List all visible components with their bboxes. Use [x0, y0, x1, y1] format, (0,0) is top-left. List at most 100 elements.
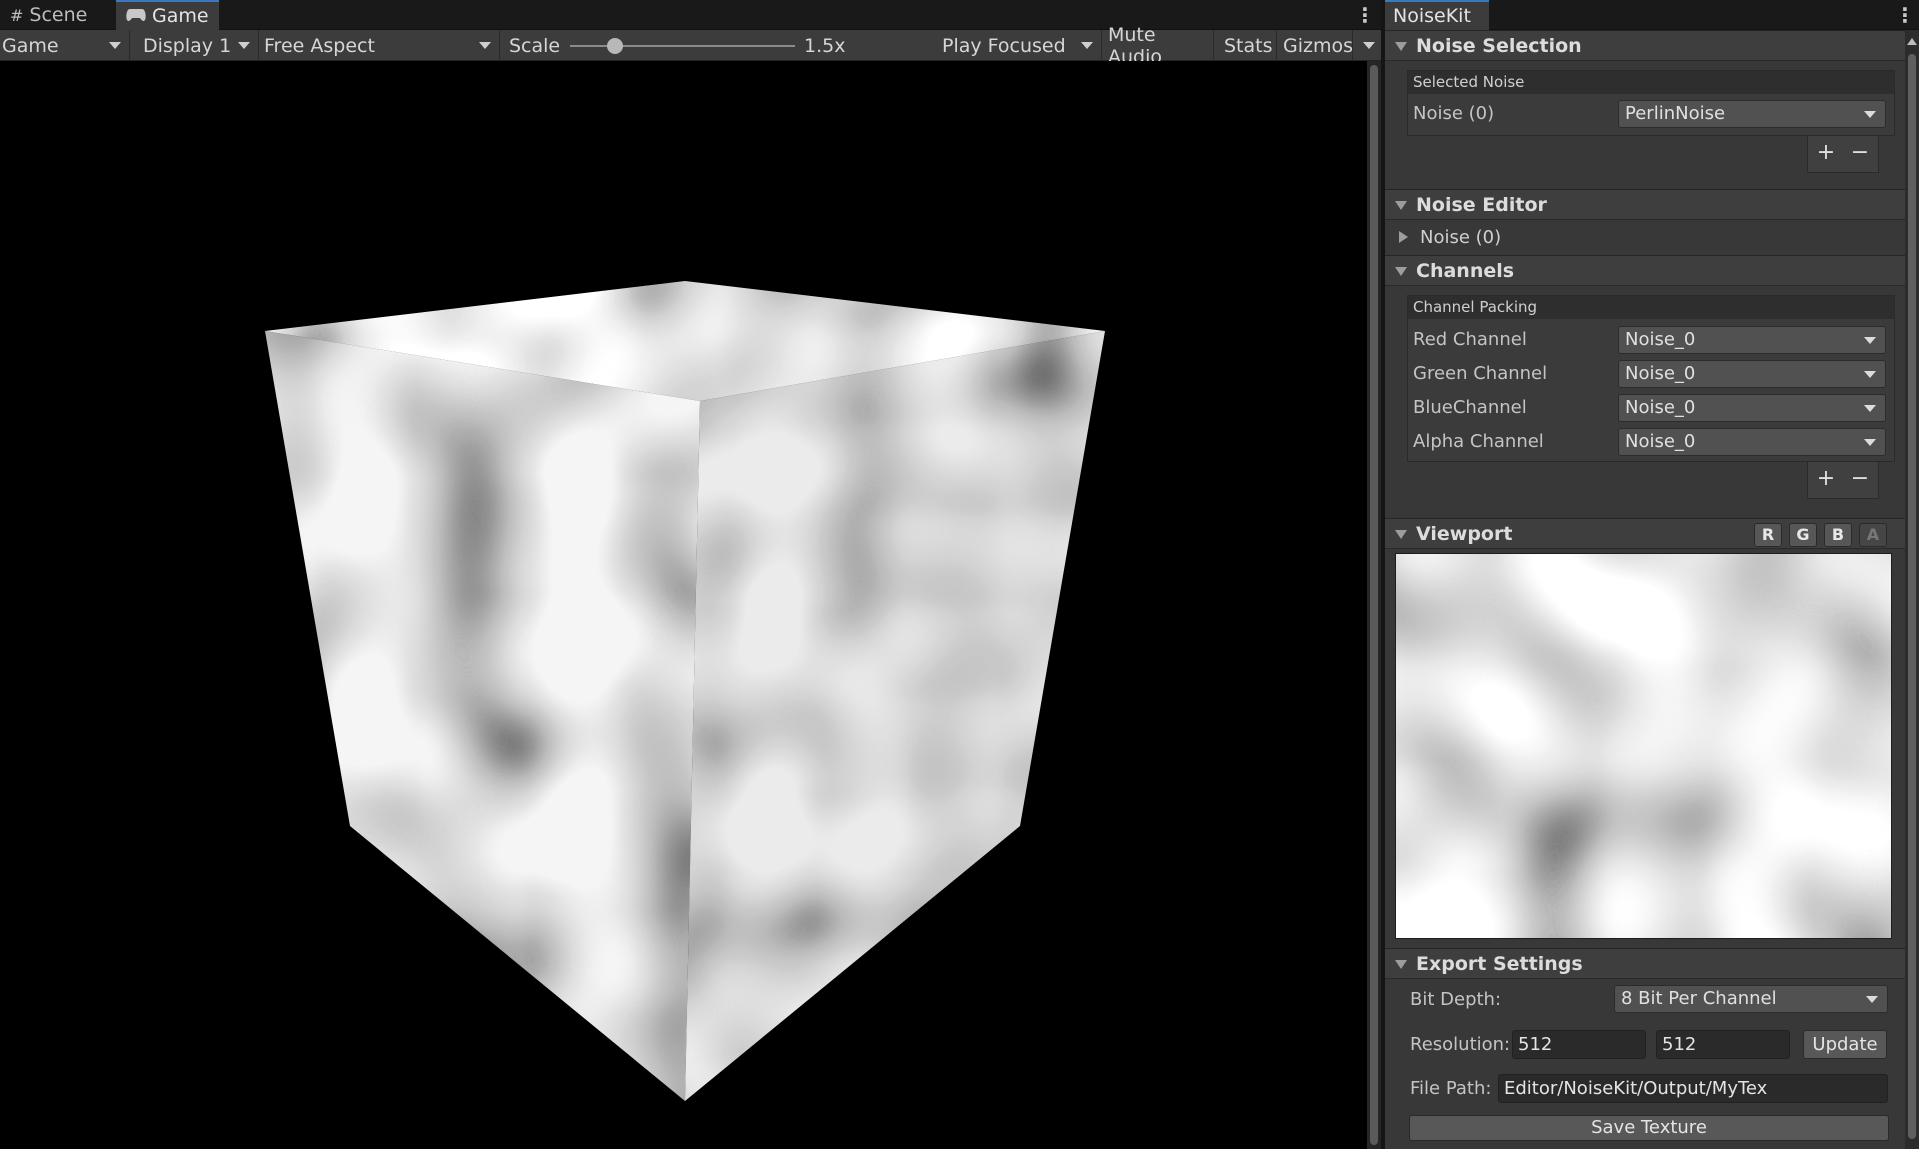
stats-button[interactable]: Stats: [1222, 30, 1277, 61]
foldout-expanded-icon: [1395, 530, 1407, 539]
channel-toggle-a[interactable]: A: [1859, 523, 1887, 547]
display-dropdown[interactable]: Display 1: [141, 30, 259, 61]
gizmos-button[interactable]: Gizmos: [1281, 30, 1353, 61]
channel-label: Green Channel: [1413, 363, 1548, 384]
more-options-icon[interactable]: ⋮: [1355, 3, 1375, 27]
game-window: # Scene Game ⋮ Game Display 1 Free Aspec…: [0, 0, 1381, 1149]
channel-label: BlueChannel: [1413, 397, 1527, 418]
scale-value: 1.5x: [802, 30, 932, 61]
noise-selection-header[interactable]: Noise Selection: [1385, 30, 1905, 61]
channel-label: Alpha Channel: [1413, 431, 1544, 452]
channel-row-green: Green Channel Noise_0: [1408, 357, 1894, 391]
gizmos-dropdown[interactable]: [1353, 30, 1381, 61]
section-title: Noise Editor: [1416, 193, 1547, 216]
noisekit-window: NoiseKit ⋮ Noise Selection Selected Nois…: [1385, 0, 1919, 1149]
viewport-header[interactable]: Viewport R G B A: [1385, 518, 1905, 549]
mute-audio-button[interactable]: Mute Audio: [1106, 24, 1214, 68]
noise-cube: [265, 281, 1105, 1101]
channel-list-controls: + −: [1807, 462, 1879, 499]
tab-game[interactable]: Game: [116, 0, 219, 30]
tab-scene-label: Scene: [29, 4, 88, 26]
chevron-down-icon: [1864, 337, 1876, 344]
remove-channel-button[interactable]: −: [1846, 466, 1874, 492]
chevron-down-icon: [238, 42, 250, 49]
green-channel-dropdown[interactable]: Noise_0: [1618, 360, 1886, 388]
channel-row-red: Red Channel Noise_0: [1408, 323, 1894, 357]
section-title: Export Settings: [1416, 952, 1583, 975]
game-mode-label: Game: [2, 34, 59, 57]
game-viewport[interactable]: [0, 61, 1381, 1149]
chevron-down-icon: [1081, 42, 1093, 49]
chevron-down-icon: [1866, 996, 1878, 1003]
file-path-field[interactable]: Editor/NoiseKit/Output/MyTex: [1498, 1074, 1888, 1103]
channels-header[interactable]: Channels: [1385, 255, 1905, 286]
channel-row-blue: BlueChannel Noise_0: [1408, 391, 1894, 425]
aspect-dropdown[interactable]: Free Aspect: [262, 30, 500, 61]
remove-noise-button[interactable]: −: [1846, 140, 1874, 166]
noise-row: Noise (0) PerlinNoise: [1408, 97, 1894, 131]
noisekit-scrollbar[interactable]: [1905, 30, 1919, 1149]
play-mode-label: Play Focused: [942, 34, 1066, 57]
hash-grid-icon: #: [10, 5, 24, 25]
file-path-value: Editor/NoiseKit/Output/MyTex: [1504, 1078, 1768, 1099]
noise-row-label: Noise (0): [1413, 103, 1495, 124]
scale-slider-thumb[interactable]: [607, 38, 623, 54]
alpha-channel-dropdown[interactable]: Noise_0: [1618, 428, 1886, 456]
noisekit-tabbar: NoiseKit ⋮: [1385, 0, 1919, 30]
export-settings-header[interactable]: Export Settings: [1385, 948, 1905, 979]
resolution-width-field[interactable]: 512: [1512, 1030, 1646, 1059]
add-noise-button[interactable]: +: [1812, 140, 1840, 166]
update-button[interactable]: Update: [1803, 1030, 1887, 1059]
scrollbar-thumb[interactable]: [1908, 54, 1916, 1139]
channel-row-alpha: Alpha Channel Noise_0: [1408, 425, 1894, 459]
foldout-expanded-icon: [1395, 267, 1407, 276]
gizmos-label: Gizmos: [1283, 34, 1354, 57]
foldout-expanded-icon: [1395, 201, 1407, 210]
channel-toggle-r[interactable]: R: [1754, 523, 1782, 547]
channel-value: Noise_0: [1625, 397, 1696, 418]
scale-slider-track[interactable]: [570, 45, 795, 47]
save-texture-button[interactable]: Save Texture: [1409, 1115, 1889, 1141]
channel-toggle-g[interactable]: G: [1789, 523, 1817, 547]
noise-type-dropdown[interactable]: PerlinNoise: [1618, 100, 1886, 128]
bit-depth-dropdown[interactable]: 8 Bit Per Channel: [1614, 985, 1888, 1013]
noise-editor-header[interactable]: Noise Editor: [1385, 189, 1905, 220]
chevron-down-icon: [1864, 405, 1876, 412]
group-title: Channel Packing: [1408, 296, 1894, 319]
game-view-scrollbar[interactable]: [1367, 61, 1381, 1149]
display-label: Display 1: [143, 34, 232, 57]
bit-depth-label: Bit Depth:: [1410, 989, 1502, 1010]
noise-list-controls: + −: [1807, 136, 1879, 173]
game-toolbar: Game Display 1 Free Aspect Scale 1.5x Pl…: [0, 24, 1381, 68]
gamepad-icon: [126, 7, 146, 26]
aspect-label: Free Aspect: [264, 34, 375, 57]
noise-editor-item[interactable]: Noise (0): [1385, 222, 1905, 254]
play-mode-dropdown[interactable]: Play Focused: [940, 30, 1102, 61]
scale-value-text: 1.5x: [804, 34, 846, 57]
section-title: Channels: [1416, 259, 1515, 282]
chevron-down-icon: [1864, 439, 1876, 446]
selected-noise-group: Selected Noise Noise (0) PerlinNoise: [1407, 70, 1895, 136]
blue-channel-dropdown[interactable]: Noise_0: [1618, 394, 1886, 422]
scroll-up-icon[interactable]: [1907, 38, 1917, 45]
tab-game-label: Game: [152, 5, 209, 27]
tab-scene[interactable]: # Scene: [0, 0, 97, 30]
scrollbar-thumb[interactable]: [1370, 65, 1378, 1145]
resolution-height-field[interactable]: 512: [1656, 1030, 1790, 1059]
bit-depth-value: 8 Bit Per Channel: [1621, 988, 1777, 1009]
add-channel-button[interactable]: +: [1812, 466, 1840, 492]
channel-toggle-b[interactable]: B: [1824, 523, 1852, 547]
tab-noisekit[interactable]: NoiseKit: [1385, 0, 1489, 30]
foldout-expanded-icon: [1395, 960, 1407, 969]
foldout-expanded-icon: [1395, 42, 1407, 51]
channel-label: Red Channel: [1413, 329, 1527, 350]
channel-value: Noise_0: [1625, 329, 1696, 350]
game-mode-dropdown[interactable]: Game: [0, 30, 130, 61]
channel-value: Noise_0: [1625, 431, 1696, 452]
group-title: Selected Noise: [1408, 71, 1894, 94]
more-options-icon[interactable]: ⋮: [1895, 3, 1915, 27]
file-path-label: File Path:: [1410, 1078, 1492, 1099]
section-title: Viewport: [1416, 522, 1513, 545]
red-channel-dropdown[interactable]: Noise_0: [1618, 326, 1886, 354]
channel-value: Noise_0: [1625, 363, 1696, 384]
